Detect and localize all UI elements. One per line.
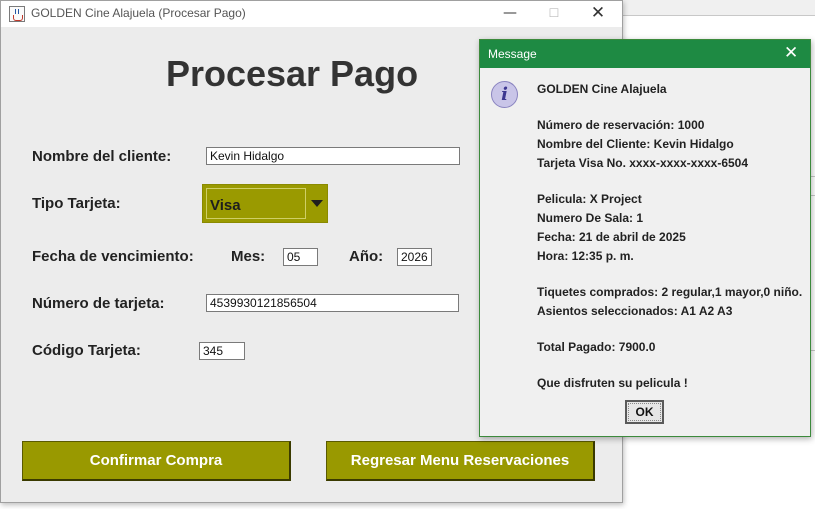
- codigo-tarjeta-label: Código Tarjeta:: [32, 342, 141, 359]
- ok-button[interactable]: OK: [625, 400, 664, 424]
- chevron-down-icon[interactable]: [311, 200, 323, 207]
- regresar-menu-button[interactable]: Regresar Menu Reservaciones: [326, 441, 595, 481]
- information-icon: i: [491, 81, 518, 108]
- message-line: Numero De Sala: 1: [537, 211, 644, 225]
- anio-label: Año:: [349, 248, 384, 265]
- numero-tarjeta-field[interactable]: 4539930121856504: [206, 294, 459, 312]
- message-line: Fecha: 21 de abril de 2025: [537, 230, 686, 244]
- dialog-title: Message: [488, 47, 537, 61]
- tipo-tarjeta-value: Visa: [210, 197, 241, 214]
- message-line: Total Pagado: 7900.0: [537, 340, 656, 354]
- message-line: Asientos seleccionados: A1 A2 A3: [537, 304, 733, 318]
- dialog-titlebar[interactable]: Message ✕: [480, 40, 810, 68]
- window-titlebar[interactable]: GOLDEN Cine Alajuela (Procesar Pago) — ☐…: [1, 1, 622, 27]
- message-line: Hora: 12:35 p. m.: [537, 249, 634, 263]
- minimize-button[interactable]: —: [488, 1, 532, 27]
- tipo-tarjeta-select[interactable]: Visa: [202, 184, 328, 223]
- nombre-field[interactable]: Kevin Hidalgo: [206, 147, 460, 165]
- tipo-tarjeta-label: Tipo Tarjeta:: [32, 195, 121, 212]
- message-line: Que disfruten su pelicula !: [537, 376, 688, 390]
- mes-field[interactable]: 05: [283, 248, 318, 266]
- message-line: Tarjeta Visa No. xxxx-xxxx-xxxx-6504: [537, 156, 749, 170]
- fecha-vencimiento-label: Fecha de vencimiento:: [32, 248, 194, 265]
- anio-field[interactable]: 2026: [397, 248, 432, 266]
- message-line: Nombre del Cliente: Kevin Hidalgo: [537, 137, 734, 151]
- dialog-close-button[interactable]: ✕: [784, 43, 798, 63]
- combo-focus-box: Visa: [206, 188, 306, 219]
- java-cup-icon: [9, 6, 25, 22]
- message-line: GOLDEN Cine Alajuela: [537, 82, 667, 96]
- numero-tarjeta-label: Número de tarjeta:: [32, 295, 165, 312]
- close-button[interactable]: ✕: [576, 1, 620, 27]
- window-title: GOLDEN Cine Alajuela (Procesar Pago): [31, 6, 246, 20]
- message-line: Pelicula: X Project: [537, 192, 642, 206]
- codigo-tarjeta-field[interactable]: 345: [199, 342, 245, 360]
- mes-label: Mes:: [231, 248, 266, 265]
- message-line: Tiquetes comprados: 2 regular,1 mayor,0 …: [537, 285, 803, 299]
- message-line: Número de reservación: 1000: [537, 118, 705, 132]
- background-window-strip: [623, 0, 815, 16]
- confirmar-compra-button[interactable]: Confirmar Compra: [22, 441, 291, 481]
- nombre-label: Nombre del cliente:: [32, 148, 172, 165]
- message-dialog: Message ✕ i GOLDEN Cine Alajuela Número …: [479, 39, 811, 437]
- maximize-button[interactable]: ☐: [532, 1, 576, 27]
